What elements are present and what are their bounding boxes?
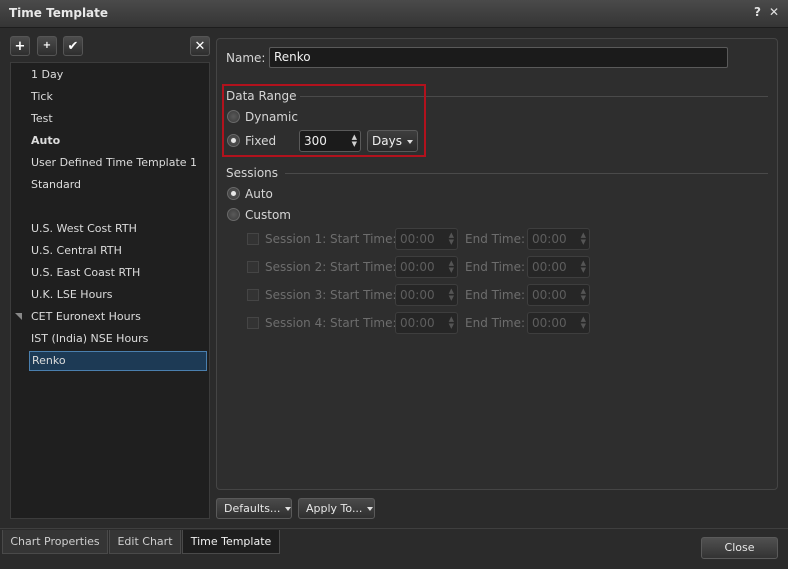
list-item[interactable]: U.S. East Coast RTH (29, 263, 207, 283)
end-time-stepper[interactable]: 00:00 ▲ ▼ (527, 312, 590, 334)
list-item[interactable]: IST (India) NSE Hours (29, 329, 207, 349)
window-title: Time Template (9, 6, 109, 20)
sessions-title: Sessions (226, 166, 279, 180)
add-template-button[interactable]: + (10, 36, 30, 56)
session-1-checkbox[interactable] (247, 233, 259, 245)
start-time-value: 00:00 (400, 288, 435, 302)
apply-to-button[interactable]: Apply To... (298, 498, 375, 519)
list-item[interactable]: Test (29, 109, 207, 129)
close-icon[interactable]: ✕ (769, 5, 779, 19)
start-time-stepper[interactable]: 00:00 ▲ ▼ (395, 228, 458, 250)
start-time-stepper[interactable]: 00:00 ▲ ▼ (395, 312, 458, 334)
range-unit-value: Days (372, 134, 402, 148)
spin-arrows-icon: ▲ ▼ (580, 287, 586, 302)
corner-triangle-icon (15, 313, 22, 320)
end-time-value: 00:00 (532, 260, 567, 274)
spin-arrows-icon: ▲ ▼ (580, 259, 586, 274)
session-4-checkbox[interactable] (247, 317, 259, 329)
spin-arrows-icon[interactable]: ▲ ▼ (352, 134, 357, 148)
apply-to-label: Apply To... (306, 502, 363, 515)
chevron-down-icon (285, 507, 292, 511)
end-time-stepper[interactable]: 00:00 ▲ ▼ (527, 256, 590, 278)
list-item[interactable]: Tick (29, 87, 207, 107)
session-2-checkbox[interactable] (247, 261, 259, 273)
close-button[interactable]: Close (701, 537, 778, 559)
sessions-auto-label: Auto (245, 187, 273, 201)
tab-chart-properties[interactable]: Chart Properties (2, 530, 108, 554)
list-item[interactable]: 1 Day (29, 65, 207, 85)
start-time-value: 00:00 (400, 260, 435, 274)
spin-arrows-icon: ▲ ▼ (448, 231, 454, 246)
chevron-down-icon (367, 507, 374, 511)
spin-arrows-icon: ▲ ▼ (448, 287, 454, 302)
list-item-selected[interactable]: Renko (29, 351, 207, 371)
template-toolbar: + + ✔ ✕ (10, 36, 210, 58)
session-label: Session 3: (265, 288, 327, 302)
tab-time-template[interactable]: Time Template (182, 530, 280, 554)
end-time-value: 00:00 (532, 316, 567, 330)
name-label: Name: (226, 51, 266, 65)
sessions-custom-radio[interactable] (227, 208, 240, 221)
start-time-label: Start Time: (330, 260, 397, 274)
help-icon[interactable]: ? (754, 5, 761, 19)
start-time-label: Start Time: (330, 288, 397, 302)
list-item[interactable]: U.K. LSE Hours (29, 285, 207, 305)
fixed-radio[interactable] (227, 134, 240, 147)
delete-template-button[interactable]: ✕ (190, 36, 210, 56)
start-time-label: Start Time: (330, 316, 397, 330)
start-time-stepper[interactable]: 00:00 ▲ ▼ (395, 284, 458, 306)
list-item[interactable]: Standard (29, 175, 207, 195)
end-time-label: End Time: (465, 316, 526, 330)
dynamic-label: Dynamic (245, 110, 298, 124)
x-icon: ✕ (194, 38, 206, 54)
spin-arrows-icon: ▲ ▼ (580, 231, 586, 246)
tab-bar: Chart Properties Edit Chart Time Templat… (0, 528, 788, 569)
spin-arrows-icon: ▲ ▼ (448, 315, 454, 330)
start-time-stepper[interactable]: 00:00 ▲ ▼ (395, 256, 458, 278)
template-list: 1 Day Tick Test Auto User Defined Time T… (10, 62, 210, 519)
group-divider (285, 173, 768, 174)
list-item[interactable]: U.S. West Cost RTH (29, 219, 207, 239)
sessions-auto-radio[interactable] (227, 187, 240, 200)
add-sub-template-button[interactable]: + (37, 36, 57, 56)
session-label: Session 1: (265, 232, 327, 246)
name-field[interactable]: Renko (269, 47, 728, 68)
check-icon: ✔ (67, 38, 79, 54)
tab-edit-chart[interactable]: Edit Chart (109, 530, 181, 554)
defaults-label: Defaults... (224, 502, 281, 515)
start-time-value: 00:00 (400, 316, 435, 330)
fixed-label: Fixed (245, 134, 277, 148)
sessions-custom-label: Custom (245, 208, 291, 222)
dynamic-radio[interactable] (227, 110, 240, 123)
end-time-label: End Time: (465, 260, 526, 274)
end-time-label: End Time: (465, 288, 526, 302)
end-time-value: 00:00 (532, 288, 567, 302)
end-time-value: 00:00 (532, 232, 567, 246)
session-label: Session 4: (265, 316, 327, 330)
range-unit-dropdown[interactable]: Days (367, 130, 418, 152)
plus-small-icon: + (42, 40, 52, 51)
fixed-value: 300 (304, 134, 327, 148)
spin-arrows-icon: ▲ ▼ (448, 259, 454, 274)
start-time-value: 00:00 (400, 232, 435, 246)
list-item[interactable]: CET Euronext Hours (29, 307, 207, 327)
start-time-label: Start Time: (330, 232, 397, 246)
end-time-stepper[interactable]: 00:00 ▲ ▼ (527, 284, 590, 306)
fixed-value-stepper[interactable]: 300 ▲ ▼ (299, 130, 361, 152)
session-3-checkbox[interactable] (247, 289, 259, 301)
spin-arrows-icon: ▲ ▼ (580, 315, 586, 330)
list-item[interactable]: U.S. Central RTH (29, 241, 207, 261)
end-time-stepper[interactable]: 00:00 ▲ ▼ (527, 228, 590, 250)
list-item[interactable]: Auto (29, 131, 207, 151)
session-label: Session 2: (265, 260, 327, 274)
apply-template-button[interactable]: ✔ (63, 36, 83, 56)
title-bar: Time Template ? ✕ (0, 0, 788, 28)
list-item[interactable]: User Defined Time Template 1 (29, 153, 207, 173)
chevron-down-icon (406, 139, 413, 144)
plus-icon: + (14, 38, 26, 54)
end-time-label: End Time: (465, 232, 526, 246)
defaults-button[interactable]: Defaults... (216, 498, 292, 519)
